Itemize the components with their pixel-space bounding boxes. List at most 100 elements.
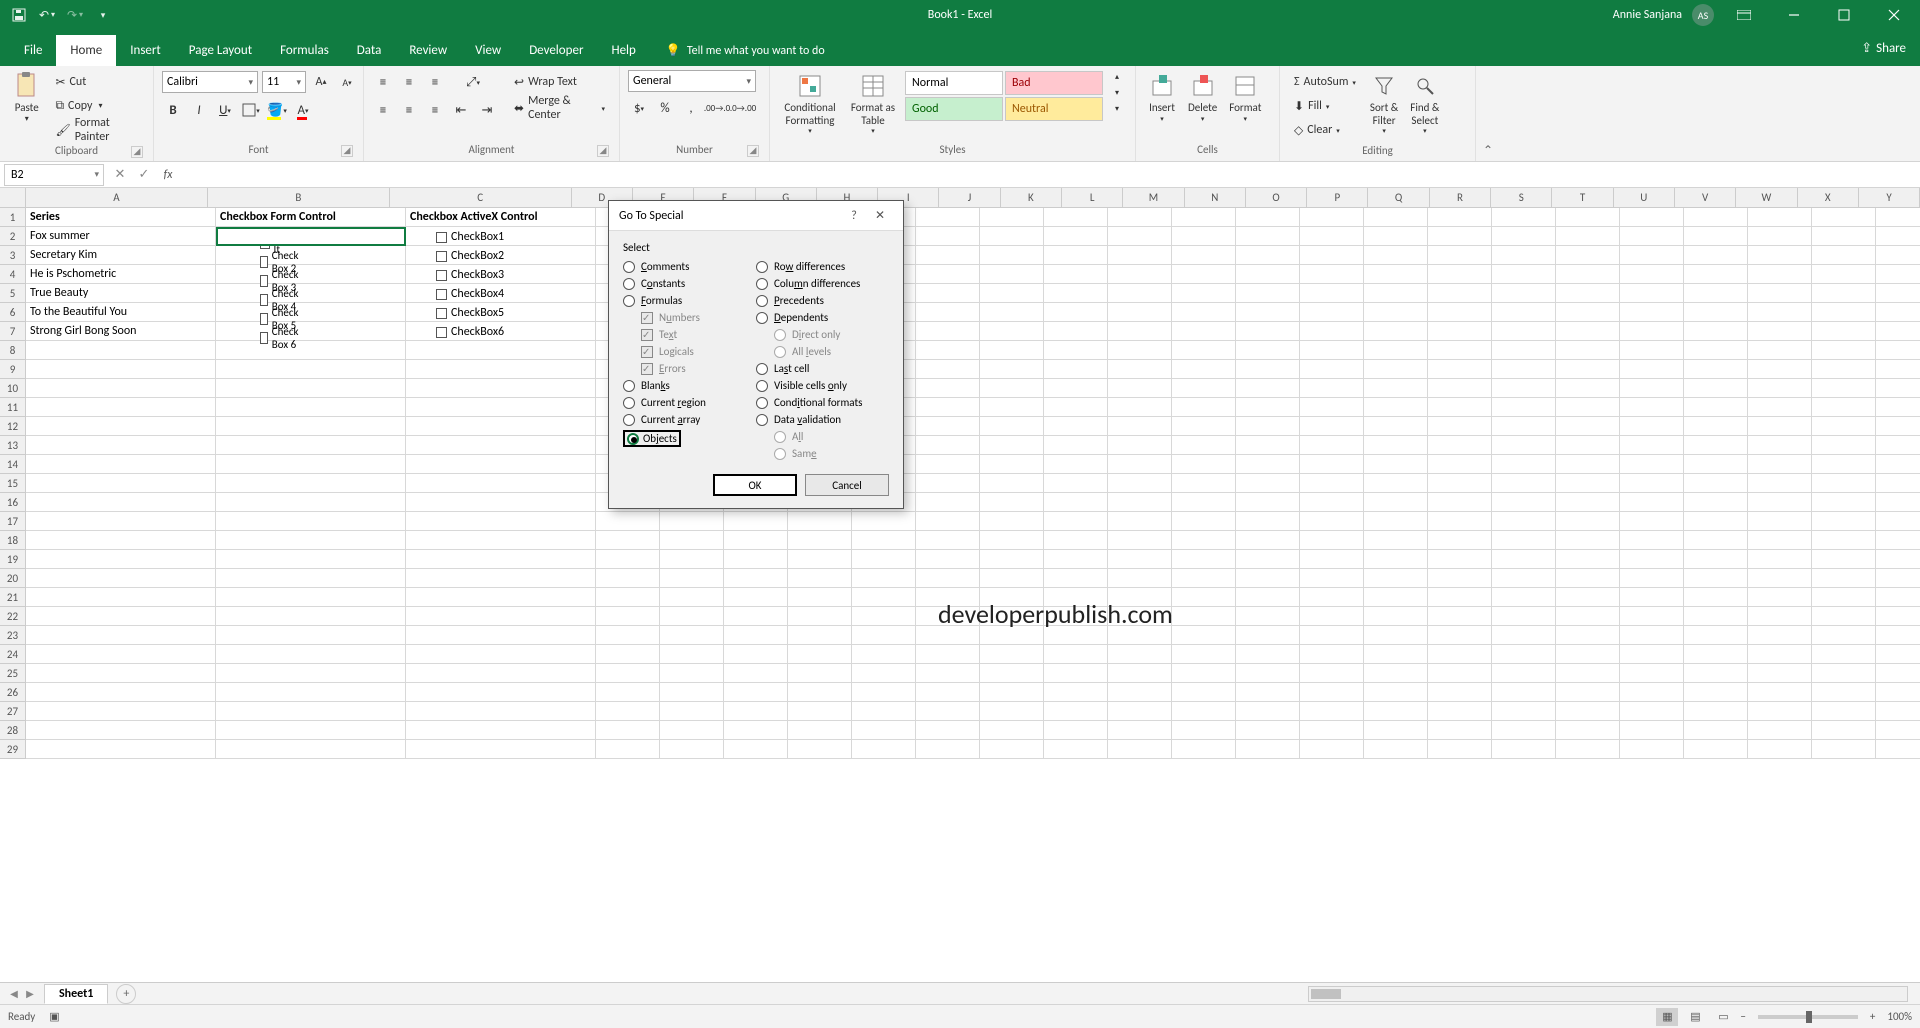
cell[interactable] <box>1044 360 1108 379</box>
shrink-font-icon[interactable]: A▾ <box>336 71 358 93</box>
cell[interactable] <box>1364 493 1428 512</box>
alignment-launcher[interactable]: ◢ <box>597 145 609 157</box>
cell[interactable] <box>1684 474 1748 493</box>
cell[interactable] <box>406 569 596 588</box>
cell[interactable] <box>1428 626 1492 645</box>
cell[interactable] <box>916 531 980 550</box>
styles-down-icon[interactable]: ▾ <box>1110 86 1124 100</box>
tab-insert[interactable]: Insert <box>116 35 175 66</box>
cell[interactable] <box>1236 721 1300 740</box>
cell[interactable] <box>1172 322 1236 341</box>
row-header[interactable]: 14 <box>0 455 26 474</box>
cell[interactable] <box>1812 265 1876 284</box>
decrease-decimal-icon[interactable]: .0→.00 <box>732 97 754 119</box>
cell[interactable] <box>1876 208 1920 227</box>
option-visible-cells-only[interactable]: Visible cells only <box>756 379 889 392</box>
cell[interactable] <box>1748 721 1812 740</box>
cell[interactable] <box>1748 417 1812 436</box>
cell[interactable] <box>1044 740 1108 759</box>
cell[interactable] <box>1428 322 1492 341</box>
cell[interactable] <box>852 721 916 740</box>
cell[interactable] <box>1620 379 1684 398</box>
cell[interactable] <box>26 398 216 417</box>
cell[interactable] <box>1812 208 1876 227</box>
cell[interactable] <box>1876 512 1920 531</box>
cell[interactable] <box>1044 569 1108 588</box>
column-header[interactable]: L <box>1062 188 1123 207</box>
cell[interactable] <box>1172 493 1236 512</box>
qat-customize-icon[interactable]: ▾ <box>92 4 114 26</box>
cell[interactable] <box>916 303 980 322</box>
cell[interactable] <box>1108 645 1172 664</box>
cell[interactable] <box>1236 531 1300 550</box>
cell[interactable] <box>1300 208 1364 227</box>
cell[interactable] <box>980 227 1044 246</box>
cell[interactable] <box>1364 417 1428 436</box>
cell[interactable] <box>1236 683 1300 702</box>
cell[interactable] <box>980 474 1044 493</box>
find-select-button[interactable]: Find & Select▾ <box>1406 70 1443 137</box>
close-icon[interactable] <box>1874 0 1914 30</box>
cell[interactable] <box>1300 284 1364 303</box>
cell[interactable] <box>1684 531 1748 550</box>
cell[interactable] <box>1300 265 1364 284</box>
cell[interactable] <box>1428 379 1492 398</box>
cell[interactable] <box>1108 683 1172 702</box>
cell[interactable] <box>788 512 852 531</box>
cell[interactable] <box>26 455 216 474</box>
cell[interactable] <box>1428 702 1492 721</box>
cell[interactable] <box>1620 740 1684 759</box>
copy-button[interactable]: ⧉Copy▾ <box>49 94 145 118</box>
cell[interactable] <box>660 607 724 626</box>
tab-formulas[interactable]: Formulas <box>266 35 343 66</box>
cell[interactable] <box>852 626 916 645</box>
cell[interactable] <box>660 664 724 683</box>
cell[interactable] <box>26 607 216 626</box>
cell[interactable] <box>916 493 980 512</box>
cell[interactable] <box>596 550 660 569</box>
column-header[interactable]: S <box>1491 188 1552 207</box>
cell[interactable] <box>1812 683 1876 702</box>
cell[interactable] <box>1492 645 1556 664</box>
cell[interactable] <box>1620 208 1684 227</box>
cell[interactable] <box>216 379 406 398</box>
cell[interactable] <box>1748 569 1812 588</box>
cell[interactable] <box>980 379 1044 398</box>
cell[interactable] <box>1620 436 1684 455</box>
option-dependents[interactable]: Dependents <box>756 311 889 324</box>
cell[interactable] <box>216 341 406 360</box>
cell[interactable] <box>1684 550 1748 569</box>
cell[interactable] <box>788 569 852 588</box>
cell[interactable] <box>26 474 216 493</box>
column-header[interactable]: B <box>208 188 390 207</box>
cell[interactable] <box>980 303 1044 322</box>
row-header[interactable]: 17 <box>0 512 26 531</box>
cell[interactable] <box>1300 455 1364 474</box>
cell[interactable] <box>1748 512 1812 531</box>
cell[interactable] <box>1556 721 1620 740</box>
cell[interactable] <box>1620 455 1684 474</box>
row-header[interactable]: 7 <box>0 322 26 341</box>
option-conditional-formats[interactable]: Conditional formats <box>756 396 889 409</box>
cell[interactable] <box>916 645 980 664</box>
cell[interactable] <box>1108 436 1172 455</box>
cell[interactable] <box>1684 379 1748 398</box>
cell[interactable] <box>1108 341 1172 360</box>
cell[interactable] <box>980 493 1044 512</box>
row-header[interactable]: 12 <box>0 417 26 436</box>
cell[interactable] <box>1108 360 1172 379</box>
cell[interactable] <box>1108 740 1172 759</box>
cancel-button[interactable]: Cancel <box>805 474 889 496</box>
format-painter-button[interactable]: 🖌Format Painter <box>49 118 145 142</box>
column-header[interactable]: K <box>1001 188 1062 207</box>
cell[interactable] <box>1876 664 1920 683</box>
tab-home[interactable]: Home <box>56 35 116 66</box>
cell[interactable] <box>1684 284 1748 303</box>
cut-button[interactable]: ✂Cut <box>49 70 145 94</box>
cell[interactable] <box>26 512 216 531</box>
cell[interactable] <box>1236 360 1300 379</box>
cell[interactable] <box>1300 740 1364 759</box>
column-header[interactable]: P <box>1307 188 1368 207</box>
cell[interactable] <box>916 284 980 303</box>
cell[interactable] <box>916 398 980 417</box>
